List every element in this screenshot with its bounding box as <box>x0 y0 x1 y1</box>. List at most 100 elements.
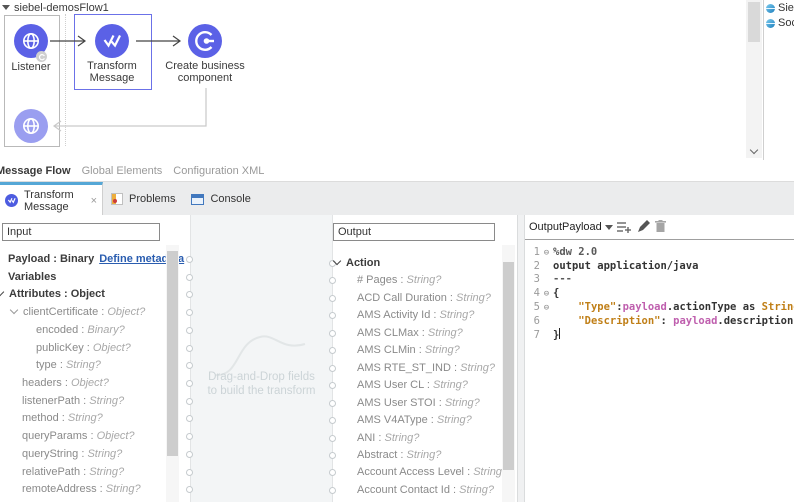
tree-row[interactable]: remoteAddress : String? <box>22 483 141 497</box>
code-line[interactable]: 3--- <box>525 273 794 286</box>
tree-row[interactable]: Payload : BinaryDefine metadata <box>8 253 184 267</box>
tab-console[interactable]: Console <box>183 182 258 216</box>
mapping-anchor-dot[interactable] <box>186 256 193 263</box>
tree-row[interactable]: AMS User STOI : String? <box>357 397 480 411</box>
output-scrollbar-thumb[interactable] <box>503 262 514 470</box>
scroll-down-icon[interactable] <box>750 146 758 154</box>
node-listener-response[interactable] <box>14 109 48 143</box>
mapping-anchor-dot[interactable] <box>329 400 336 407</box>
tree-row[interactable]: Variables <box>8 271 56 285</box>
tree-row[interactable]: ANI : String? <box>357 432 419 446</box>
code-line[interactable]: 1⊖%dw 2.0 <box>525 246 794 260</box>
tab-message-flow[interactable]: Message Flow <box>0 165 71 177</box>
mapping-anchor-dot[interactable] <box>186 469 193 476</box>
code-line[interactable]: 4⊖{ <box>525 287 794 301</box>
node-transform-message[interactable] <box>95 24 129 58</box>
tree-row[interactable]: Account Access Level : String? <box>357 466 508 480</box>
tab-transform-message[interactable]: Transform Message × <box>0 182 103 216</box>
mapping-anchor-dot[interactable] <box>329 382 336 389</box>
mapping-anchor-dot[interactable] <box>329 365 336 372</box>
tree-row[interactable]: relativePath : String? <box>22 466 124 480</box>
line-number: 6 <box>525 315 540 328</box>
tree-row[interactable]: queryParams : Object? <box>22 430 135 444</box>
mapping-anchor-dot[interactable] <box>186 451 193 458</box>
palette-item-socket[interactable]: Sock <box>766 17 794 29</box>
mapping-anchor-dot[interactable] <box>329 487 336 494</box>
field-name: method <box>22 412 59 424</box>
mapping-anchor-dot[interactable] <box>186 486 193 493</box>
input-search-field[interactable] <box>2 223 160 241</box>
mapping-anchor-dot[interactable] <box>186 345 193 352</box>
delete-trash-icon[interactable] <box>655 220 666 233</box>
tree-row[interactable]: Abstract : String? <box>357 449 441 463</box>
tree-row[interactable]: Account Contact Id : String? <box>357 484 494 498</box>
mapping-anchor-dot[interactable] <box>186 415 193 422</box>
tree-row[interactable]: AMS CLMin : String? <box>357 344 460 358</box>
tree-row[interactable]: Attributes : Object <box>0 288 105 302</box>
panel-sash[interactable] <box>517 215 525 502</box>
mapping-anchor-dot[interactable] <box>329 469 336 476</box>
mapping-anchor-dot[interactable] <box>186 274 193 281</box>
tree-row[interactable]: method : String? <box>22 412 103 426</box>
close-icon[interactable]: × <box>91 195 97 207</box>
mapping-anchor-dot[interactable] <box>186 291 193 298</box>
tree-row[interactable]: headers : Object? <box>22 377 109 391</box>
tab-global-elements[interactable]: Global Elements <box>82 165 163 177</box>
flow-canvas[interactable]: siebel-demosFlow1 Listener <box>0 0 746 160</box>
mapping-anchor-dot[interactable] <box>329 330 336 337</box>
code-line[interactable]: 5⊖ "Type":payload.actionType as String, <box>525 301 794 315</box>
mapping-anchor-dot[interactable] <box>186 309 193 316</box>
tree-row[interactable]: publicKey : Object? <box>36 342 131 356</box>
tree-row[interactable]: listenerPath : String? <box>22 395 124 409</box>
canvas-scrollbar[interactable] <box>746 0 762 158</box>
tab-problems[interactable]: Problems <box>103 182 183 216</box>
mapping-anchor-dot[interactable] <box>329 312 336 319</box>
mapping-anchor-dot[interactable] <box>329 277 336 284</box>
input-tree-scrollbar[interactable] <box>166 245 179 502</box>
chevron-down-icon[interactable] <box>10 306 18 314</box>
mapping-anchor-dot[interactable] <box>329 452 336 459</box>
add-transformation-icon[interactable] <box>617 221 631 233</box>
tree-row[interactable]: AMS Activity Id : String? <box>357 309 474 323</box>
output-tab[interactable]: Output <box>529 221 562 233</box>
canvas-scrollbar-thumb[interactable] <box>748 2 760 42</box>
chevron-down-icon[interactable] <box>333 257 341 265</box>
tree-row[interactable]: # Pages : String? <box>357 274 441 288</box>
tree-row[interactable]: Action <box>334 257 380 271</box>
tab-configuration-xml[interactable]: Configuration XML <box>173 165 264 177</box>
output-tree-scrollbar[interactable] <box>502 245 515 502</box>
tree-row[interactable]: clientCertificate : Object? <box>11 306 145 320</box>
mapping-anchor-dot[interactable] <box>329 435 336 442</box>
code-line[interactable]: 6 "Description": payload.description as … <box>525 315 794 328</box>
tree-row[interactable]: queryString : String? <box>22 448 122 462</box>
palette-item-siebel[interactable]: Sieb <box>766 2 794 14</box>
mapping-anchor-dot[interactable] <box>186 362 193 369</box>
tree-row[interactable]: ACD Call Duration : String? <box>357 292 491 306</box>
tree-row[interactable]: encoded : Binary? <box>36 324 125 338</box>
tree-row[interactable]: AMS RTE_ST_IND : String? <box>357 362 495 376</box>
code-line[interactable]: 2output application/java <box>525 260 794 273</box>
mapping-anchor-dot[interactable] <box>186 433 193 440</box>
fold-collapse-icon[interactable]: ⊖ <box>540 302 553 315</box>
input-scrollbar-thumb[interactable] <box>167 251 178 456</box>
edit-pencil-icon[interactable] <box>637 220 650 233</box>
dataweave-code-area[interactable]: 1⊖%dw 2.02output application/java3---4⊖{… <box>525 240 794 502</box>
tree-row[interactable]: type : String? <box>36 359 101 373</box>
chevron-down-icon[interactable] <box>0 288 4 296</box>
mapping-anchor-dot[interactable] <box>186 398 193 405</box>
node-create-business-component[interactable] <box>188 24 222 58</box>
mapping-anchor-dot[interactable] <box>329 295 336 302</box>
tree-row[interactable]: AMS User CL : String? <box>357 379 468 393</box>
tree-row[interactable]: AMS CLMax : String? <box>357 327 463 341</box>
mapping-anchor-dot[interactable] <box>329 347 336 354</box>
tree-row[interactable]: AMS V4AType : String? <box>357 414 472 428</box>
chevron-down-icon[interactable] <box>605 225 613 230</box>
mapping-anchor-dot[interactable] <box>186 327 193 334</box>
fold-collapse-icon[interactable]: ⊖ <box>540 288 553 301</box>
payload-tab[interactable]: Payload <box>562 221 602 233</box>
mapping-anchor-dot[interactable] <box>186 380 193 387</box>
mapping-anchor-dot[interactable] <box>329 417 336 424</box>
fold-collapse-icon[interactable]: ⊖ <box>540 247 553 260</box>
code-line[interactable]: 7} <box>525 328 794 342</box>
output-search-field[interactable] <box>333 223 495 241</box>
